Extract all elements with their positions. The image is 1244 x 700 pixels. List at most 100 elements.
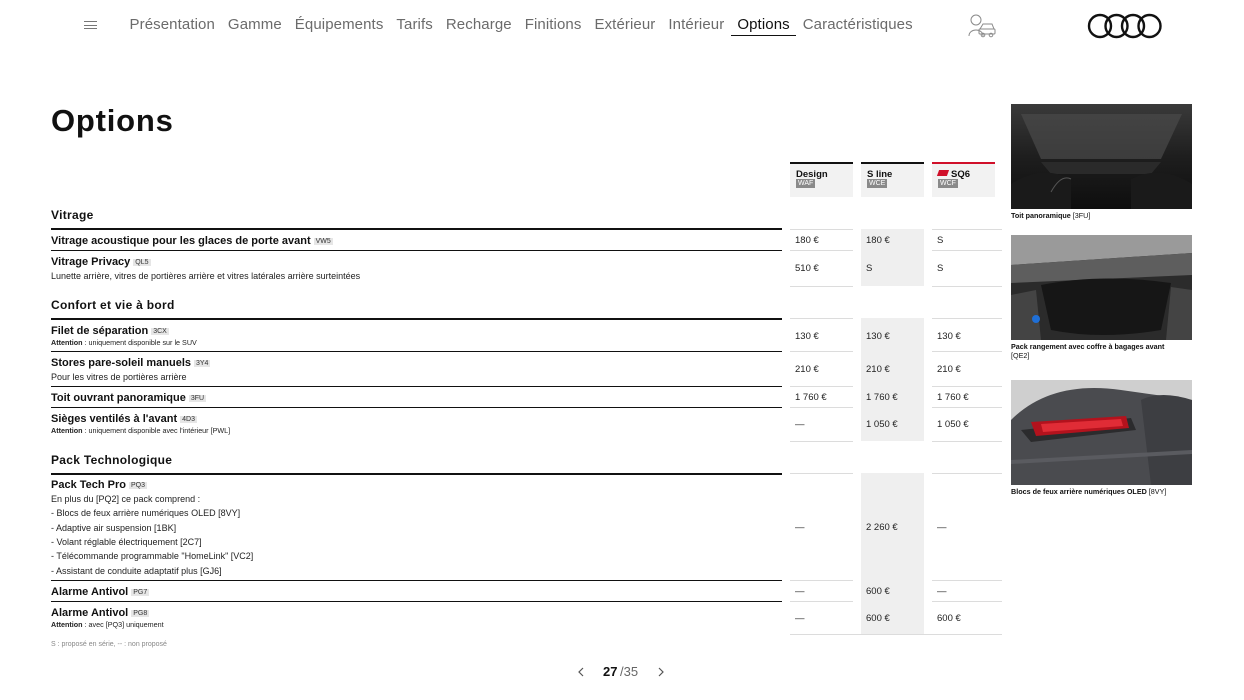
option-description: Pour les vitres de portières arrière: [51, 372, 187, 382]
option-row-vitrage-acoustique: Vitrage acoustique pour les glaces de po…: [51, 234, 333, 248]
option-title: Pack Tech Pro: [51, 479, 126, 491]
cell-value: 1 050 €: [937, 419, 969, 430]
total-pages: /35: [620, 664, 639, 679]
note-label: Attention: [51, 620, 83, 629]
option-title: Filet de séparation: [51, 325, 149, 337]
option-title: Toit ouvrant panoramique: [51, 392, 186, 404]
note-label: Attention: [51, 338, 83, 347]
cell-value: 600 €: [937, 613, 961, 624]
option-title: Vitrage acoustique pour les glaces de po…: [51, 235, 311, 247]
cell-value: —: [795, 586, 805, 597]
audi-logo-icon[interactable]: [1087, 12, 1163, 40]
row-divider: [51, 601, 782, 602]
nav-link-finitions[interactable]: Finitions: [518, 15, 588, 36]
caption-title: Blocs de feux arrière numériques OLED: [1011, 487, 1147, 496]
cell-value: 180 €: [795, 235, 819, 246]
top-navigation: Présentation Gamme Équipements Tarifs Re…: [0, 0, 1244, 50]
note-text: : avec [PQ3] uniquement: [82, 620, 164, 629]
section-title-vitrage: Vitrage: [51, 208, 94, 222]
option-row-stores: Stores pare-soleil manuels 3Y4: [51, 356, 211, 370]
nav-link-equipements[interactable]: Équipements: [288, 15, 390, 36]
caption-code: [3FU]: [1070, 211, 1091, 220]
option-title: Alarme Antivol: [51, 607, 129, 619]
section-title-confort: Confort et vie à bord: [51, 298, 175, 312]
option-row-pack-tech-pro: Pack Tech Pro PQ3: [51, 478, 148, 492]
pack-line: - Blocs de feux arrière numériques OLED …: [51, 508, 241, 519]
option-row-alarme-pg8: Alarme Antivol PG8: [51, 606, 150, 620]
cell-value: 130 €: [937, 331, 961, 342]
option-note: Attention : avec [PQ3] uniquement: [51, 620, 164, 630]
cell-value: 210 €: [795, 364, 819, 375]
cell-value: 600 €: [866, 586, 890, 597]
cell-value: 2 260 €: [866, 522, 898, 533]
nav-link-interieur[interactable]: Intérieur: [662, 15, 731, 36]
nav-link-tarifs[interactable]: Tarifs: [390, 15, 439, 36]
nav-link-gamme[interactable]: Gamme: [221, 15, 288, 36]
cell-value: 1 760 €: [866, 392, 898, 403]
image-caption: Blocs de feux arrière numériques OLED [8…: [1011, 487, 1196, 496]
option-code: PQ3: [129, 482, 148, 489]
note-text: : uniquement disponible avec l'intérieur…: [82, 426, 231, 435]
caption-code: [8VY]: [1146, 487, 1167, 496]
chevron-right-icon[interactable]: [655, 665, 667, 679]
option-code: 4D3: [180, 416, 197, 423]
menu-icon[interactable]: [84, 20, 98, 30]
option-note: Attention : uniquement disponible sur le…: [51, 338, 197, 348]
caption-title: Toit panoramique: [1011, 211, 1071, 220]
cell-value: 210 €: [937, 364, 961, 375]
sq6-badge-icon: [936, 170, 950, 176]
nav-link-options[interactable]: Options: [730, 15, 797, 36]
cell-shade: [861, 473, 924, 634]
pack-line: - Adaptive air suspension [1BK]: [51, 522, 177, 533]
column-code: WAF: [796, 179, 816, 188]
oled-rear-lights-image: [1011, 380, 1192, 485]
cell-value: —: [937, 586, 947, 597]
chevron-left-icon[interactable]: [575, 665, 587, 679]
nav-link-recharge[interactable]: Recharge: [439, 15, 518, 36]
nav-link-exterieur[interactable]: Extérieur: [588, 15, 662, 36]
cell-value: 210 €: [866, 364, 890, 375]
note-label: Attention: [51, 426, 83, 435]
cell-value: —: [795, 419, 805, 430]
option-title: Stores pare-soleil manuels: [51, 357, 191, 369]
option-row-filet-separation: Filet de séparation 3CX: [51, 324, 169, 338]
cell-value: 510 €: [795, 263, 819, 274]
caption-code: [QE2]: [1011, 351, 1030, 360]
option-row-toit-ouvrant: Toit ouvrant panoramique 3FU: [51, 391, 207, 405]
cell-value: 1 760 €: [795, 392, 827, 403]
option-row-alarme-pg7: Alarme Antivol PG7: [51, 585, 150, 599]
cell-value: S: [937, 235, 944, 246]
column-header-s-line: S line WCE: [861, 162, 924, 197]
section-rule: [51, 473, 782, 475]
option-code: 3Y4: [194, 360, 211, 367]
option-note: Attention : uniquement disponible avec l…: [51, 426, 230, 436]
cell-value: 180 €: [866, 235, 890, 246]
nav-link-caracteristiques[interactable]: Caractéristiques: [796, 15, 919, 36]
image-caption: Pack rangement avec coffre à bagages ava…: [1011, 342, 1196, 360]
pack-line: - Volant réglable électriquement [2C7]: [51, 536, 202, 547]
section-title-pack-tech: Pack Technologique: [51, 453, 173, 467]
cell-value: 1 050 €: [866, 419, 898, 430]
column-header-design: Design WAF: [790, 162, 853, 197]
nav-links: Présentation Gamme Équipements Tarifs Re…: [123, 15, 919, 36]
option-code: 3FU: [188, 395, 207, 402]
page-title: Options: [51, 103, 174, 138]
pack-line: En plus du [PQ2] ce pack comprend :: [51, 494, 201, 504]
cell-value: 600 €: [866, 613, 890, 624]
column-code: WCF: [938, 179, 958, 188]
cell-value: —: [795, 522, 805, 533]
row-divider: [51, 351, 782, 352]
option-code: VW5: [313, 238, 333, 245]
row-divider: [51, 250, 782, 251]
current-page: 27: [603, 664, 618, 679]
option-title: Vitrage Privacy: [51, 256, 131, 268]
cell-value: S: [866, 263, 873, 274]
cell-value: 130 €: [795, 331, 819, 342]
row-divider: [51, 580, 782, 581]
car-configurator-icon[interactable]: [966, 12, 996, 40]
option-code: QL5: [133, 259, 151, 266]
column-header-sq6: SQ6 WCF: [932, 162, 995, 197]
caption-title: Pack rangement avec coffre à bagages ava…: [1011, 342, 1165, 351]
option-row-vitrage-privacy: Vitrage Privacy QL5: [51, 255, 151, 269]
nav-link-presentation[interactable]: Présentation: [123, 15, 221, 36]
